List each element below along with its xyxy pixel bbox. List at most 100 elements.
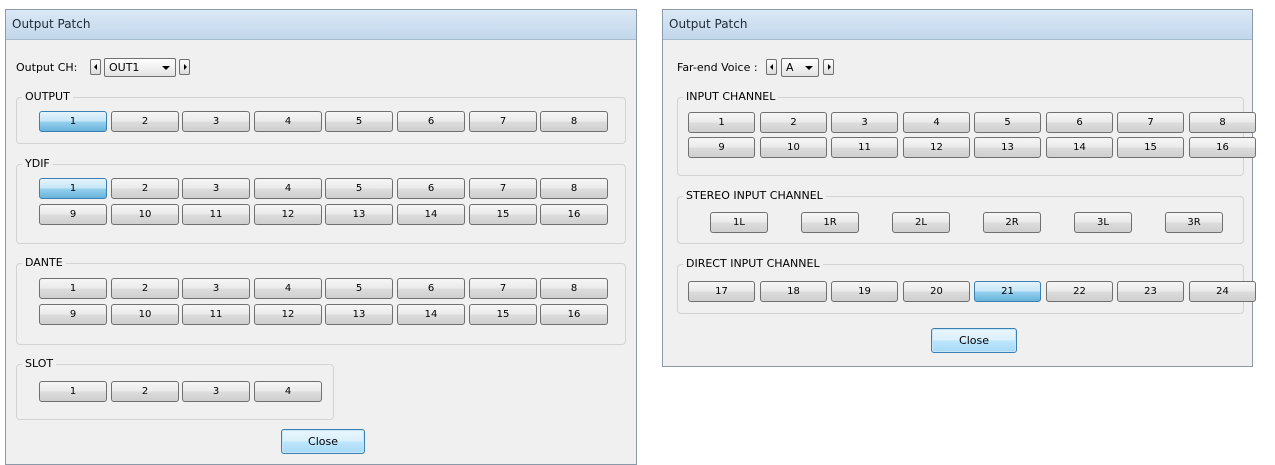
close-button[interactable]: Close xyxy=(281,429,365,454)
channel-button-15[interactable]: 15 xyxy=(469,204,537,225)
channel-button-13[interactable]: 13 xyxy=(974,137,1041,158)
next-arrow-icon[interactable] xyxy=(823,59,834,75)
far-end-voice-select-value: A xyxy=(786,61,794,74)
group-title: INPUT CHANNEL xyxy=(683,90,779,104)
channel-button-5[interactable]: 5 xyxy=(974,112,1041,133)
channel-button-3[interactable]: 3 xyxy=(182,111,250,132)
channel-button-1[interactable]: 1 xyxy=(39,178,107,199)
channel-button-14[interactable]: 14 xyxy=(397,304,465,325)
channel-button-16[interactable]: 16 xyxy=(540,204,608,225)
channel-button-16[interactable]: 16 xyxy=(1189,137,1256,158)
group-title: OUTPUT xyxy=(22,90,73,104)
channel-button-2[interactable]: 2 xyxy=(111,278,179,299)
channel-button-7[interactable]: 7 xyxy=(469,278,537,299)
channel-button-4[interactable]: 4 xyxy=(254,111,322,132)
channel-button-6[interactable]: 6 xyxy=(397,278,465,299)
channel-button-8[interactable]: 8 xyxy=(540,278,608,299)
channel-button-3[interactable]: 3 xyxy=(182,278,250,299)
channel-button-1r[interactable]: 1R xyxy=(801,212,859,233)
channel-button-10[interactable]: 10 xyxy=(760,137,827,158)
dialog-title: Output Patch xyxy=(663,10,1252,40)
channel-button-15[interactable]: 15 xyxy=(1117,137,1184,158)
channel-button-16[interactable]: 16 xyxy=(540,304,608,325)
channel-button-1[interactable]: 1 xyxy=(688,112,755,133)
channel-button-1l[interactable]: 1L xyxy=(710,212,768,233)
channel-button-2[interactable]: 2 xyxy=(760,112,827,133)
channel-button-9[interactable]: 9 xyxy=(39,204,107,225)
channel-button-20[interactable]: 20 xyxy=(903,281,970,302)
channel-button-11[interactable]: 11 xyxy=(831,137,898,158)
channel-button-2r[interactable]: 2R xyxy=(983,212,1041,233)
channel-button-3r[interactable]: 3R xyxy=(1165,212,1223,233)
channel-button-12[interactable]: 12 xyxy=(903,137,970,158)
channel-button-7[interactable]: 7 xyxy=(469,178,537,199)
channel-button-3l[interactable]: 3L xyxy=(1074,212,1132,233)
channel-button-11[interactable]: 11 xyxy=(182,204,250,225)
channel-button-6[interactable]: 6 xyxy=(1046,112,1113,133)
channel-button-14[interactable]: 14 xyxy=(397,204,465,225)
output-ch-label: Output CH: xyxy=(16,61,78,74)
channel-button-1[interactable]: 1 xyxy=(39,111,107,132)
channel-button-13[interactable]: 13 xyxy=(325,304,393,325)
far-end-voice-label: Far-end Voice : xyxy=(677,61,758,74)
channel-button-5[interactable]: 5 xyxy=(325,111,393,132)
channel-button-14[interactable]: 14 xyxy=(1046,137,1113,158)
channel-button-4[interactable]: 4 xyxy=(254,178,322,199)
channel-button-7[interactable]: 7 xyxy=(469,111,537,132)
channel-button-15[interactable]: 15 xyxy=(469,304,537,325)
next-arrow-icon[interactable] xyxy=(179,59,190,75)
channel-button-12[interactable]: 12 xyxy=(254,304,322,325)
group-output: OUTPUT 12345678 xyxy=(16,90,626,144)
channel-button-4[interactable]: 4 xyxy=(903,112,970,133)
prev-arrow-icon[interactable] xyxy=(90,59,101,75)
close-button[interactable]: Close xyxy=(931,328,1017,353)
channel-button-3[interactable]: 3 xyxy=(831,112,898,133)
channel-button-13[interactable]: 13 xyxy=(325,204,393,225)
group-title: YDIF xyxy=(22,157,53,171)
channel-button-4[interactable]: 4 xyxy=(254,381,322,402)
channel-button-17[interactable]: 17 xyxy=(688,281,755,302)
channel-button-23[interactable]: 23 xyxy=(1117,281,1184,302)
channel-button-3[interactable]: 3 xyxy=(182,178,250,199)
channel-button-7[interactable]: 7 xyxy=(1117,112,1184,133)
channel-button-4[interactable]: 4 xyxy=(254,278,322,299)
channel-button-18[interactable]: 18 xyxy=(760,281,827,302)
channel-button-6[interactable]: 6 xyxy=(397,111,465,132)
channel-button-24[interactable]: 24 xyxy=(1189,281,1256,302)
group-slot: SLOT 1234 xyxy=(16,357,334,420)
channel-button-3[interactable]: 3 xyxy=(182,381,250,402)
group-ydif: YDIF 1 2 3 4 5 6 7 8 9 10 11 12 13 14 15 16 xyxy=(16,157,626,244)
channel-button-11[interactable]: 11 xyxy=(182,304,250,325)
channel-button-8[interactable]: 8 xyxy=(540,111,608,132)
channel-button-19[interactable]: 19 xyxy=(831,281,898,302)
channel-button-8[interactable]: 8 xyxy=(540,178,608,199)
channel-button-12[interactable]: 12 xyxy=(254,204,322,225)
channel-button-8[interactable]: 8 xyxy=(1189,112,1256,133)
channel-button-2[interactable]: 2 xyxy=(111,111,179,132)
output-ch-select-value: OUT1 xyxy=(109,61,140,74)
group-title: DANTE xyxy=(22,256,66,270)
far-end-voice-select[interactable]: A xyxy=(781,58,819,77)
chevron-down-icon xyxy=(162,66,170,70)
output-ch-select[interactable]: OUT1 xyxy=(104,58,176,77)
group-title: SLOT xyxy=(22,357,57,371)
channel-button-2[interactable]: 2 xyxy=(111,381,179,402)
prev-arrow-icon[interactable] xyxy=(766,59,777,75)
channel-button-1[interactable]: 1 xyxy=(39,278,107,299)
channel-button-2l[interactable]: 2L xyxy=(892,212,950,233)
group-title: DIRECT INPUT CHANNEL xyxy=(683,257,823,271)
channel-button-21[interactable]: 21 xyxy=(974,281,1041,302)
channel-button-22[interactable]: 22 xyxy=(1046,281,1113,302)
channel-button-10[interactable]: 10 xyxy=(111,204,179,225)
channel-button-9[interactable]: 9 xyxy=(688,137,755,158)
group-title: STEREO INPUT CHANNEL xyxy=(683,189,826,203)
output-patch-dialog-left: Output Patch Output CH: OUT1 OUTPUT 1234… xyxy=(5,9,637,465)
channel-button-5[interactable]: 5 xyxy=(325,278,393,299)
output-patch-dialog-right: Output Patch Far-end Voice : A INPUT CHA… xyxy=(662,9,1256,367)
channel-button-1[interactable]: 1 xyxy=(39,381,107,402)
channel-button-10[interactable]: 10 xyxy=(111,304,179,325)
channel-button-6[interactable]: 6 xyxy=(397,178,465,199)
channel-button-9[interactable]: 9 xyxy=(39,304,107,325)
channel-button-5[interactable]: 5 xyxy=(325,178,393,199)
channel-button-2[interactable]: 2 xyxy=(111,178,179,199)
